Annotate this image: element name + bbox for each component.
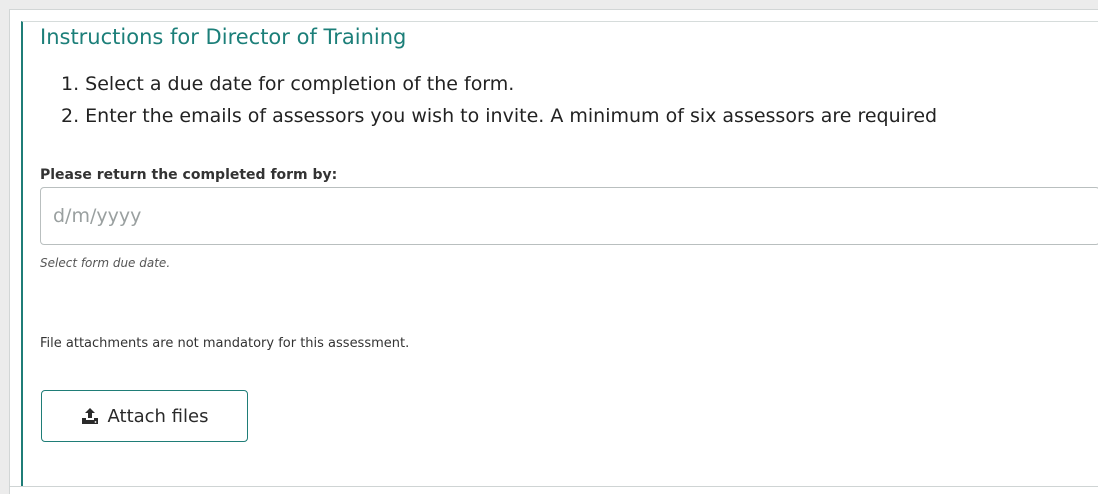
instruction-item: 1. Select a due date for completion of t… xyxy=(61,73,515,95)
upload-icon xyxy=(81,407,99,425)
panel-title: Instructions for Director of Training xyxy=(40,25,407,49)
instructions-list: 1. Select a due date for completion of t… xyxy=(40,73,937,137)
due-date-input[interactable] xyxy=(40,187,1098,245)
due-date-help-text: Select form due date. xyxy=(40,256,171,270)
attachments-note: File attachments are not mandatory for t… xyxy=(40,336,410,351)
divider xyxy=(9,486,1098,487)
attach-files-button[interactable]: Attach files xyxy=(41,390,248,442)
due-date-label: Please return the completed form by: xyxy=(40,167,338,183)
attach-files-label: Attach files xyxy=(107,405,209,427)
instruction-item: 2. Enter the emails of assessors you wis… xyxy=(61,105,938,127)
